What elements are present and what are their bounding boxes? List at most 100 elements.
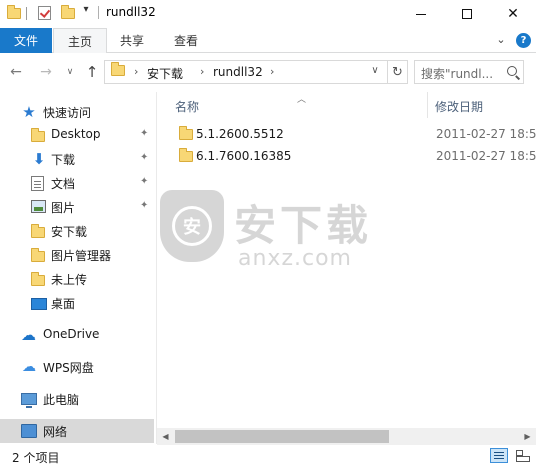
sidebar-item-label: 未上传 <box>51 273 88 287</box>
address-history-dropdown-icon[interactable]: ∨ <box>367 65 383 76</box>
picture-icon <box>31 200 46 213</box>
tab-view[interactable]: 查看 <box>160 28 212 53</box>
folder-icon <box>31 248 45 262</box>
pin-icon[interactable]: ✦ <box>140 176 148 187</box>
network-icon <box>21 424 37 438</box>
sidebar-item-label: 快速访问 <box>43 106 92 120</box>
shield-logo-icon: 安 <box>160 190 224 262</box>
file-date: 2011-02-27 18:51 <box>436 127 536 141</box>
large-icons-view-icon[interactable] <box>514 448 530 463</box>
computer-icon <box>21 393 37 408</box>
up-arrow-icon[interactable]: ↑ <box>84 63 100 81</box>
pin-icon[interactable]: ✦ <box>140 152 148 163</box>
title-divider <box>98 6 99 19</box>
scroll-right-icon[interactable]: ▶ <box>519 428 536 445</box>
breadcrumb-item[interactable]: 安下载 <box>147 65 183 82</box>
scroll-left-icon[interactable]: ◀ <box>157 428 174 445</box>
folder-icon <box>31 128 45 142</box>
sidebar-item-downloads[interactable]: ⬇ 下载 ✦ <box>0 147 154 171</box>
column-divider[interactable] <box>427 92 428 118</box>
sidebar-item-label: 此电脑 <box>43 393 80 407</box>
quick-access-dropdown-icon[interactable]: ▾ <box>80 4 92 15</box>
sidebar-item-quick-access[interactable]: ★ 快速访问 <box>0 100 154 124</box>
navigation-pane: ★ 快速访问 Desktop ✦ ⬇ 下载 ✦ 文档 ✦ 图片 ✦ 安下载 图片… <box>0 92 156 444</box>
column-header-name[interactable]: 名称 <box>175 98 199 115</box>
pin-icon[interactable]: ✦ <box>140 128 148 139</box>
title-bar: ▾ rundll32 ✕ <box>0 0 536 28</box>
file-list: ︿ 名称 修改日期 5.1.2600.5512 2011-02-27 18:51… <box>157 92 536 428</box>
pin-icon[interactable]: ✦ <box>140 200 148 211</box>
address-bar[interactable]: › 安下载 › rundll32 › ∨ ↻ <box>104 60 408 84</box>
search-icon[interactable] <box>507 66 517 76</box>
sidebar-item-network[interactable]: 网络 <box>0 419 154 443</box>
ribbon-expand-icon[interactable]: ⌄ <box>494 33 508 47</box>
watermark-text: 安下载 <box>234 201 373 250</box>
sidebar-item-wps-cloud[interactable]: ☁ WPS网盘 <box>0 355 154 379</box>
sidebar-item-label: 图片 <box>51 201 76 215</box>
sidebar-item-label: WPS网盘 <box>43 361 94 375</box>
file-row[interactable]: 6.1.7600.16385 2011-02-27 18:51 <box>169 146 536 168</box>
details-view-icon[interactable] <box>490 448 508 463</box>
download-icon: ⬇ <box>32 150 46 168</box>
ribbon-tabs: 文件 主页 共享 查看 ⌄ ? <box>0 28 536 53</box>
tab-home[interactable]: 主页 <box>53 28 107 53</box>
breadcrumb-chevron-icon[interactable]: › <box>200 65 204 78</box>
desktop-icon <box>31 298 47 310</box>
sidebar-item-label: 下载 <box>51 153 76 167</box>
item-count: 2 个项目 <box>12 451 60 465</box>
sidebar-item-onedrive[interactable]: ☁ OneDrive <box>0 323 154 347</box>
watermark-domain: anxz.com <box>238 246 352 271</box>
forward-arrow-icon[interactable]: → <box>38 64 54 80</box>
sidebar-item-desktop-zh[interactable]: 桌面 <box>0 291 154 315</box>
refresh-icon[interactable]: ↻ <box>387 61 407 83</box>
close-icon: ✕ <box>507 6 519 22</box>
folder-icon <box>111 62 125 76</box>
sort-ascending-icon: ︿ <box>297 95 307 105</box>
recent-locations-chevron-icon[interactable]: ∨ <box>62 64 78 80</box>
breadcrumb-item[interactable]: rundll32 <box>213 65 263 79</box>
search-input[interactable]: 搜索"rundl... <box>414 60 524 84</box>
sidebar-item-this-pc[interactable]: 此电脑 <box>0 387 154 411</box>
close-button[interactable]: ✕ <box>490 0 536 28</box>
sidebar-item-label: 网络 <box>43 425 68 439</box>
tab-share[interactable]: 共享 <box>108 28 156 53</box>
tab-file[interactable]: 文件 <box>0 28 52 53</box>
window-title: rundll32 <box>106 5 156 19</box>
sidebar-item-label: 文档 <box>51 177 76 191</box>
column-header-date-modified[interactable]: 修改日期 <box>435 98 483 115</box>
back-arrow-icon[interactable]: ← <box>8 64 24 80</box>
status-bar: 2 个项目 <box>0 445 536 466</box>
properties-icon[interactable] <box>36 5 52 21</box>
sidebar-item-label: 安下载 <box>51 225 88 239</box>
new-folder-icon[interactable] <box>60 4 76 21</box>
minimize-button[interactable] <box>398 0 444 28</box>
toolbar-divider <box>26 7 27 20</box>
sidebar-item-not-uploaded[interactable]: 未上传 <box>0 267 154 291</box>
navigation-bar: ← → ∨ ↑ › 安下载 › rundll32 › ∨ ↻ 搜索"rundl.… <box>0 54 536 92</box>
cloud-icon: ☁ <box>21 326 36 344</box>
sidebar-item-pictures[interactable]: 图片 ✦ <box>0 195 154 219</box>
file-row[interactable]: 5.1.2600.5512 2011-02-27 18:51 <box>169 124 536 146</box>
file-date: 2011-02-27 18:51 <box>436 149 536 163</box>
scrollbar-thumb[interactable] <box>175 430 389 443</box>
maximize-button[interactable] <box>444 0 490 28</box>
breadcrumb-chevron-icon[interactable]: › <box>270 65 274 78</box>
maximize-icon <box>462 9 472 19</box>
document-icon <box>31 176 44 191</box>
star-icon: ★ <box>22 103 36 121</box>
horizontal-scrollbar[interactable]: ◀ ▶ <box>157 428 536 445</box>
folder-icon <box>6 4 22 21</box>
breadcrumb-chevron-icon[interactable]: › <box>134 65 138 78</box>
folder-icon <box>31 224 45 238</box>
sidebar-item-label: 图片管理器 <box>51 249 112 263</box>
file-name: 6.1.7600.16385 <box>196 149 292 163</box>
help-icon[interactable]: ? <box>516 33 531 48</box>
search-placeholder: 搜索"rundl... <box>421 67 494 81</box>
sidebar-item-label: 桌面 <box>51 297 76 311</box>
sidebar-item-desktop[interactable]: Desktop ✦ <box>0 123 154 147</box>
folder-icon <box>31 272 45 286</box>
folder-icon <box>179 126 193 140</box>
sidebar-item-anxz[interactable]: 安下载 <box>0 219 154 243</box>
sidebar-item-documents[interactable]: 文档 ✦ <box>0 171 154 195</box>
sidebar-item-picture-manager[interactable]: 图片管理器 <box>0 243 154 267</box>
